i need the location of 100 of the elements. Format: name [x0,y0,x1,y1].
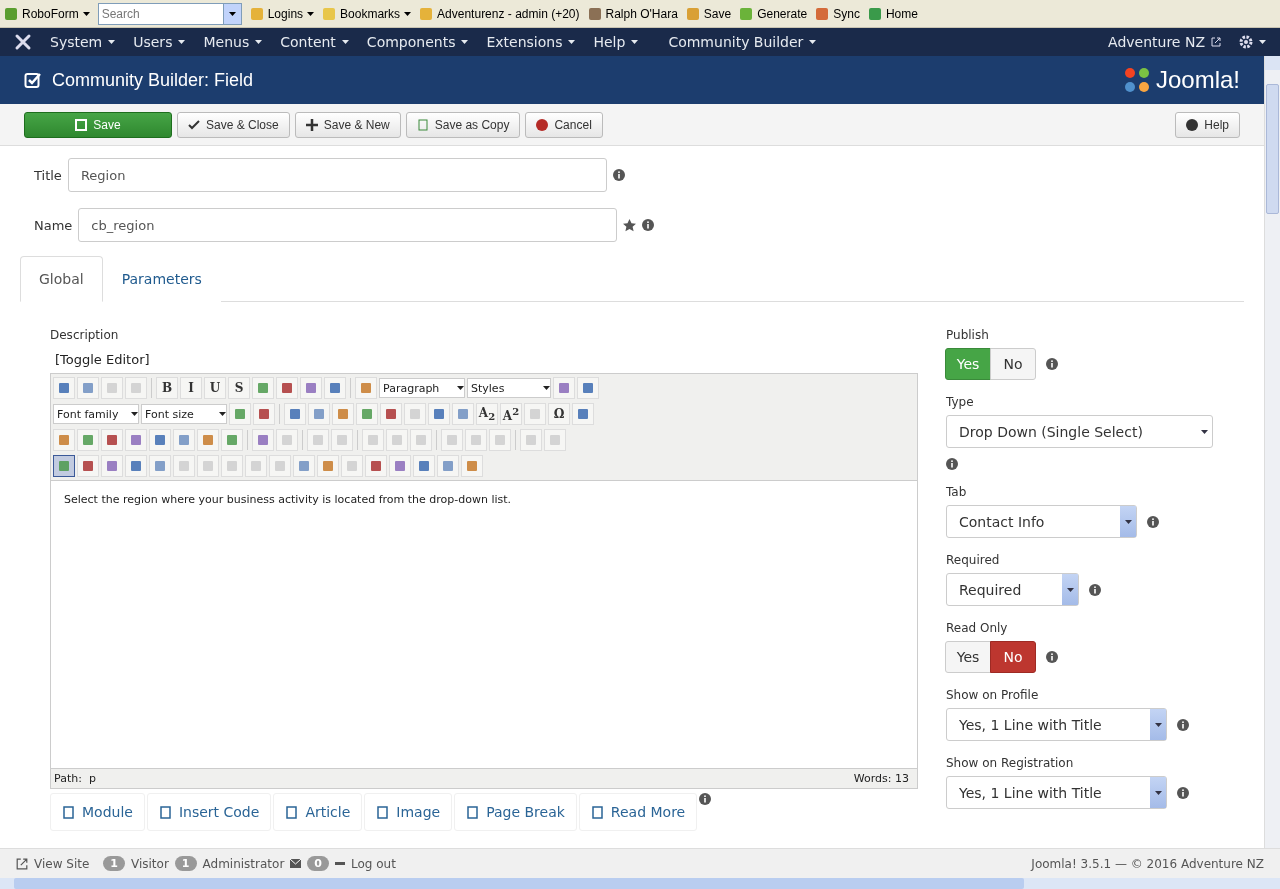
toolbar-item[interactable]: Sync [815,6,860,21]
star-icon [623,218,637,232]
search-dropdown-button[interactable] [223,2,242,25]
toolbar-item[interactable]: Generate [739,6,808,21]
action-button[interactable]: Save & Close [177,111,290,138]
caret-icon [457,386,464,390]
site-link[interactable]: Adventure NZ [1108,34,1221,50]
joomla-logo: Joomla! [1121,65,1240,95]
editor-button[interactable]: Article [273,793,363,831]
toggle-editor-link[interactable]: [Toggle Editor] [55,352,918,367]
caret-icon [108,40,116,44]
nav-menu[interactable]: System [50,34,116,50]
field-label: Read Only [946,621,1009,635]
strikethrough-button[interactable]: S [228,377,250,399]
help-button[interactable]: Help [1175,111,1240,138]
editor-button[interactable]: Page Break [454,793,577,831]
toggle-option[interactable]: No [990,641,1036,673]
horizontal-scrollbar[interactable] [0,878,1280,889]
font-size-select[interactable]: Font size [141,404,227,424]
external-link-icon [1211,37,1221,47]
font-family-select[interactable]: Font family [53,404,139,424]
count-badge: 1 [103,856,125,871]
info-icon[interactable] [1089,583,1101,596]
info-icon[interactable] [946,458,958,470]
toggle-option[interactable]: No [990,348,1036,380]
nav-menu[interactable]: Users [133,34,186,50]
format-select[interactable]: Paragraph [379,378,465,398]
field-label: Name [34,217,73,233]
omega-button[interactable]: Ω [548,403,570,425]
styles-select[interactable]: Styles [467,378,551,398]
bold-button[interactable]: B [156,377,178,399]
editor-button[interactable]: Image [364,793,453,831]
toggle-option[interactable]: Yes [945,641,991,673]
caret-icon [809,40,817,44]
toolbar-item[interactable]: Adventurenz - admin (+20) [419,6,580,21]
info-icon[interactable] [1177,718,1189,731]
caret-icon [1259,40,1266,44]
tab[interactable]: Global [20,256,103,302]
search-field[interactable]: Search [97,2,224,25]
nav-menu[interactable]: Components [366,34,469,50]
caret-icon [461,40,469,44]
field-label: Type [946,395,975,409]
select-field[interactable]: Yes, 1 Line with Title [946,708,1167,741]
external-link-icon [16,857,28,870]
field-label: Title [34,167,62,183]
select-field[interactable]: Yes, 1 Line with Title [946,776,1167,809]
caret-icon [1124,519,1132,524]
nav-menu[interactable]: Help [593,34,639,50]
count-badge: 1 [174,856,197,871]
toolbar-item[interactable]: Home [867,6,918,21]
subscript-button[interactable]: A$_{2}$ [476,403,498,425]
roboform-menu[interactable]: RoboForm [4,6,90,21]
select-field[interactable]: Contact Info [946,505,1137,538]
info-icon[interactable] [612,169,625,181]
info-icon[interactable] [699,793,712,805]
title-input[interactable]: Region [67,158,607,192]
action-button[interactable]: Save & New [294,111,401,138]
logout-link[interactable]: Log out [351,856,396,871]
nav-menu[interactable]: Community Builder [668,34,817,50]
nav-menu[interactable]: Content [280,34,349,50]
info-icon[interactable] [1147,515,1159,528]
caret-icon [1154,722,1162,727]
info-icon[interactable] [1177,786,1189,799]
action-button[interactable]: Save [24,111,172,138]
name-input[interactable]: cb_region [78,208,618,242]
italic-button[interactable]: I [180,377,202,399]
nav-menu[interactable]: Extensions [486,34,576,50]
caret-icon [255,40,263,44]
checkbox-icon [24,71,42,89]
vertical-scrollbar[interactable] [1264,56,1280,848]
action-button[interactable]: Cancel [525,111,603,138]
nav-menu[interactable]: Menus [203,34,263,50]
superscript-button[interactable]: A$^{2}$ [500,403,522,425]
info-icon[interactable] [1046,358,1058,370]
editor-button[interactable]: Insert Code [146,793,272,831]
action-button[interactable]: Save as Copy [405,111,521,138]
settings-menu[interactable] [1239,35,1266,49]
page-title: Community Builder: Field [52,69,255,91]
toolbar-item[interactable]: Save [685,6,732,21]
caret-icon [568,40,576,44]
info-icon[interactable] [642,219,655,231]
info-icon[interactable] [1046,651,1058,663]
underline-button[interactable]: U [204,377,226,399]
field-label: Description [50,328,120,342]
caret-icon [1154,790,1162,795]
editor-button[interactable]: Module [50,793,145,831]
check-icon [188,118,200,131]
caret-icon [82,11,90,16]
toolbar-item[interactable]: Bookmarks [322,6,412,21]
select-field[interactable]: Required [946,573,1079,606]
editor-button[interactable]: Read More [578,793,698,831]
field-label: Tab [946,485,968,499]
toolbar-item[interactable]: Ralph O'Hara [587,6,678,21]
caret-icon [228,11,236,16]
select-field[interactable]: Drop Down (Single Select) [946,415,1213,448]
view-site-link[interactable]: View Site [34,856,90,871]
minus-icon [335,862,345,865]
toolbar-item[interactable]: Logins [249,6,315,21]
field-label: Show on Registration [946,756,1075,770]
joomla-logo-icon[interactable] [14,33,32,51]
